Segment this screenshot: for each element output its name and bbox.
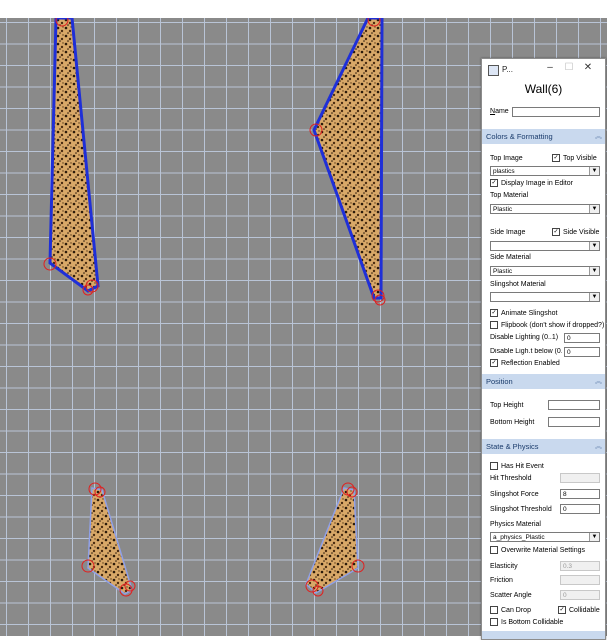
top-visible-option[interactable]: ✓ Top Visible <box>552 154 597 162</box>
physics-material-select[interactable]: a_physics_Plastic ▼ <box>490 532 600 542</box>
hit-threshold-field <box>560 473 600 483</box>
collapse-chevron-icon[interactable]: ︽ <box>595 129 602 144</box>
window-title: P... <box>502 65 513 74</box>
animate-slingshot-checkbox[interactable]: ✓ <box>490 309 498 317</box>
side-material-select[interactable]: Plastic ▼ <box>490 266 600 276</box>
bottom-height-label: Bottom Height <box>490 419 535 426</box>
object-heading: Wall(6) <box>524 82 563 96</box>
has-hit-event-checkbox[interactable] <box>490 462 498 470</box>
overwrite-checkbox[interactable] <box>490 546 498 554</box>
physics-material-label: Physics Material <box>490 521 541 528</box>
elasticity-field: 0.3 <box>560 561 600 571</box>
reflection-option[interactable]: ✓ Reflection Enabled <box>490 359 560 367</box>
display-image-option[interactable]: ✓ Display Image in Editor <box>490 179 573 187</box>
maximize-button: ☐ <box>564 62 574 73</box>
slingshot-threshold-label: Slingshot Threshold <box>490 506 552 513</box>
close-button[interactable]: ✕ <box>581 62 595 73</box>
disable-light-below-field[interactable]: 0 <box>564 347 600 357</box>
dropdown-arrow-icon[interactable]: ▼ <box>589 267 599 275</box>
disable-lighting-field[interactable]: 0 <box>564 333 600 343</box>
section-colors-formatting[interactable]: Colors & Formatting ︽ <box>482 129 605 144</box>
side-visible-checkbox[interactable]: ✓ <box>552 228 560 236</box>
top-image-label: Top Image <box>490 155 523 162</box>
side-image-select[interactable]: ▼ <box>490 241 600 251</box>
wall-upper-left[interactable] <box>48 18 100 293</box>
collapse-chevron-icon[interactable]: ︽ <box>595 374 602 389</box>
top-image-select[interactable]: plastics ▼ <box>490 166 600 176</box>
panel-titlebar[interactable]: P... – ☐ ✕ <box>482 59 605 79</box>
section-state-physics[interactable]: State & Physics ︽ <box>482 439 605 454</box>
slingshot-left[interactable] <box>87 487 133 595</box>
disable-lighting-label: Disable Lighting (0..1) <box>490 334 559 341</box>
slingshot-threshold-field[interactable]: 0 <box>560 504 600 514</box>
bottom-collidable-option[interactable]: Is Bottom Collidable <box>490 618 563 626</box>
app-icon <box>488 65 499 76</box>
scatter-field: 0 <box>560 590 600 600</box>
top-material-label: Top Material <box>490 192 529 199</box>
slingshot-material-label: Slingshot Material <box>490 281 546 288</box>
slingshot-right[interactable] <box>305 487 359 594</box>
top-visible-checkbox[interactable]: ✓ <box>552 154 560 162</box>
side-material-label: Side Material <box>490 254 531 261</box>
top-height-field[interactable] <box>548 400 600 410</box>
animate-slingshot-option[interactable]: ✓ Animate Slingshot <box>490 309 557 317</box>
friction-field <box>560 575 600 585</box>
section-colors-formatting-label: Colors & Formatting <box>486 132 553 141</box>
section-state-physics-label: State & Physics <box>486 442 539 451</box>
dropdown-arrow-icon[interactable]: ▼ <box>589 242 599 250</box>
name-label: Name <box>490 108 509 115</box>
flipbook-checkbox[interactable] <box>490 321 498 329</box>
slingshot-force-field[interactable]: 8 <box>560 489 600 499</box>
display-image-checkbox[interactable]: ✓ <box>490 179 498 187</box>
collidable-checkbox[interactable]: ✓ <box>558 606 566 614</box>
elasticity-label: Elasticity <box>490 563 518 570</box>
can-drop-checkbox[interactable] <box>490 606 498 614</box>
slingshot-material-select[interactable]: ▼ <box>490 292 600 302</box>
can-drop-option[interactable]: Can Drop <box>490 606 531 614</box>
section-position-label: Position <box>486 377 513 386</box>
friction-label: Friction <box>490 577 513 584</box>
name-field[interactable] <box>512 107 600 117</box>
collidable-option[interactable]: ✓ Collidable <box>558 606 600 614</box>
properties-panel: P... – ☐ ✕ Wall(6) Name Colors & Formatt… <box>481 58 606 640</box>
bottom-collidable-checkbox[interactable] <box>490 618 498 626</box>
has-hit-event-option[interactable]: Has Hit Event <box>490 462 544 470</box>
minimize-button[interactable]: – <box>543 62 557 73</box>
top-material-select[interactable]: Plastic ▼ <box>490 204 600 214</box>
overwrite-option[interactable]: Overwrite Material Settings <box>490 546 585 554</box>
dropdown-arrow-icon[interactable]: ▼ <box>589 167 599 175</box>
section-position[interactable]: Position ︽ <box>482 374 605 389</box>
side-visible-option[interactable]: ✓ Side Visible <box>552 228 599 236</box>
editor-top-strip <box>0 0 607 18</box>
top-height-label: Top Height <box>490 402 524 409</box>
scatter-label: Scatter Angle <box>490 592 532 599</box>
wall-upper-right[interactable] <box>312 18 384 300</box>
reflection-checkbox[interactable]: ✓ <box>490 359 498 367</box>
bottom-height-field[interactable] <box>548 417 600 427</box>
disable-light-below-label: Disable Ligh.t below (0..1) <box>490 348 562 355</box>
flipbook-option[interactable]: Flipbook (don't show if dropped?) <box>490 321 604 329</box>
dropdown-arrow-icon[interactable]: ▼ <box>589 533 599 541</box>
dropdown-arrow-icon[interactable]: ▼ <box>589 205 599 213</box>
collapse-chevron-icon[interactable]: ︽ <box>595 439 602 454</box>
dropdown-arrow-icon[interactable]: ▼ <box>589 293 599 301</box>
hit-threshold-label: Hit Threshold <box>490 475 532 482</box>
side-image-label: Side Image <box>490 229 526 236</box>
slingshot-force-label: Slingshot Force <box>490 491 539 498</box>
